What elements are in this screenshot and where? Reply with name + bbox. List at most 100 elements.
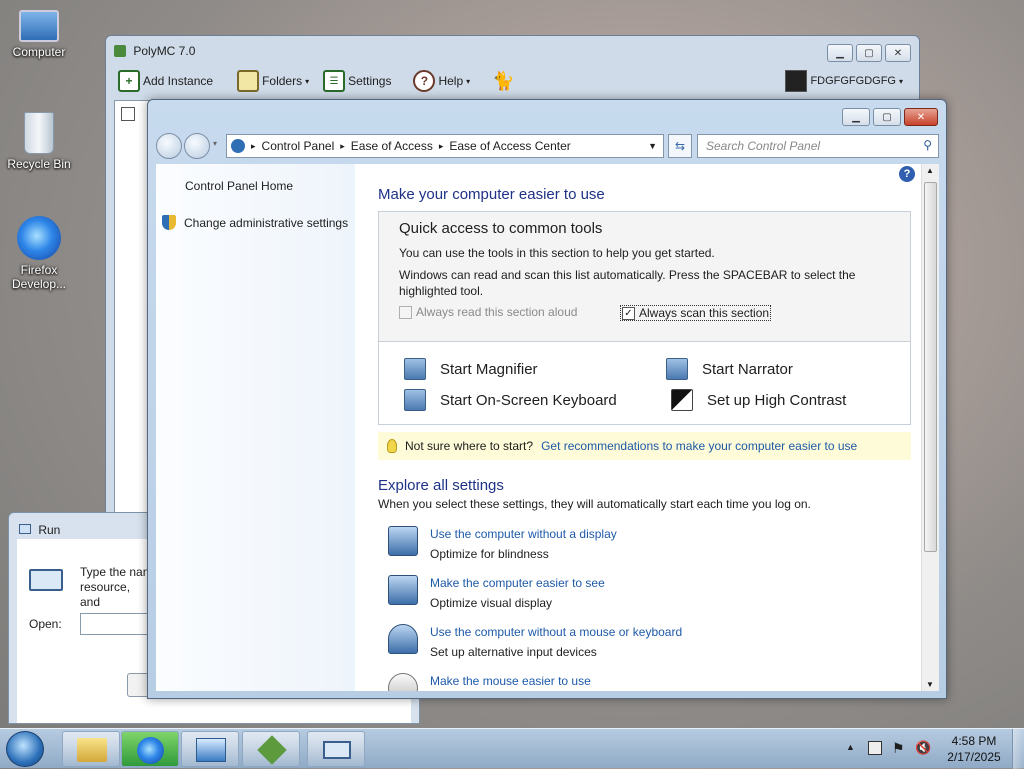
back-button[interactable] <box>156 133 182 159</box>
explore-subtitle: When you select these settings, they wil… <box>378 497 811 511</box>
setting-description: Optimize visual display <box>430 596 553 610</box>
setting-item: Use the computer without a mouse or keyb… <box>388 622 682 662</box>
desktop-icon-computer[interactable]: Computer <box>1 10 77 59</box>
setting-item: Use the computer without a display Optim… <box>388 524 617 564</box>
magnifier-icon <box>404 358 426 380</box>
action-center-flag-icon[interactable]: ⚑ <box>892 740 905 757</box>
ease-of-access-window: ▁ ▢ ✕ ▾ ▸ Control Panel ▸ Ease of Access… <box>147 99 947 699</box>
setting-item: Make the mouse easier to use <box>388 671 591 691</box>
taskbar-control-panel[interactable] <box>181 731 239 767</box>
view-toggle-icon[interactable] <box>121 107 135 121</box>
folders-button[interactable]: Folders ▾ <box>233 68 313 94</box>
taskbar-explorer[interactable] <box>62 731 120 767</box>
high-contrast-icon <box>671 389 693 411</box>
scroll-thumb[interactable] <box>924 182 937 552</box>
run-icon <box>323 741 351 759</box>
quick-access-title: Quick access to common tools <box>399 220 603 237</box>
quick-access-panel: Quick access to common tools You can use… <box>378 211 911 342</box>
explore-heading: Explore all settings <box>378 477 504 494</box>
help-icon[interactable]: ? <box>899 166 915 182</box>
taskbar-polymc[interactable] <box>242 731 300 767</box>
open-input[interactable] <box>80 613 150 635</box>
desktop-icon-firefox[interactable]: Firefox Develop... <box>1 216 77 291</box>
control-panel-home-link[interactable]: Control Panel Home <box>185 179 293 193</box>
page-title: Make your computer easier to use <box>378 186 605 203</box>
mouse-icon <box>388 673 418 691</box>
window-title: PolyMC 7.0 <box>114 44 195 58</box>
polymc-logo-icon <box>114 45 126 57</box>
scroll-up-icon[interactable]: ▲ <box>926 166 934 175</box>
setting-link[interactable]: Make the computer easier to see <box>430 573 605 593</box>
show-hidden-icons[interactable]: ▲ <box>846 742 855 752</box>
address-bar-row: ▾ ▸ Control Panel ▸ Ease of Access ▸ Eas… <box>156 131 939 159</box>
quick-tools-panel: Start Magnifier Start Narrator Start On-… <box>378 342 911 425</box>
minimize-button[interactable]: ▁ <box>827 44 853 62</box>
breadcrumb-item[interactable]: Control Panel <box>262 139 335 153</box>
volume-muted-icon[interactable]: 🔇 <box>915 740 931 756</box>
search-icon[interactable]: ⚲ <box>923 138 932 152</box>
breadcrumb-item[interactable]: Ease of Access Center <box>449 139 570 153</box>
run-description: Type the nan resource, and <box>80 565 150 609</box>
recommendation-tip: Not sure where to start? Get recommendat… <box>378 432 911 460</box>
firefox-icon <box>17 216 61 260</box>
scroll-down-icon[interactable]: ▼ <box>926 680 934 689</box>
forward-button[interactable] <box>184 133 210 159</box>
window-controls: ▁ ▢ ✕ <box>842 108 938 126</box>
run-program-icon <box>29 569 63 591</box>
start-narrator-button[interactable]: Start Narrator <box>666 358 793 380</box>
refresh-button[interactable]: ⇆ <box>668 134 692 158</box>
breadcrumb-item[interactable]: Ease of Access <box>351 139 433 153</box>
vertical-scrollbar[interactable]: ▲ ▼ <box>921 164 939 691</box>
narrator-icon <box>666 358 688 380</box>
setting-link[interactable]: Make the mouse easier to use <box>430 671 591 691</box>
computer-icon <box>19 10 59 42</box>
quick-access-text: You can use the tools in this section to… <box>399 246 715 260</box>
recent-pages-dropdown[interactable]: ▾ <box>213 139 217 148</box>
settings-button[interactable]: ☰ Settings <box>319 68 395 94</box>
maximize-button[interactable]: ▢ <box>856 44 882 62</box>
cat-icon: 🐈 <box>492 70 515 91</box>
scan-checkbox[interactable]: ✓ Always scan this section <box>620 305 772 321</box>
window-controls: ▁ ▢ ✕ <box>827 44 911 62</box>
close-button[interactable]: ✕ <box>904 108 938 126</box>
network-icon[interactable] <box>868 741 882 755</box>
add-instance-button[interactable]: + Add Instance <box>114 68 217 94</box>
setting-link[interactable]: Use the computer without a display <box>430 524 617 544</box>
setting-description: Optimize for blindness <box>430 547 549 561</box>
settings-icon: ☰ <box>323 70 346 92</box>
close-button[interactable]: ✕ <box>885 44 911 62</box>
lightbulb-icon <box>387 439 397 453</box>
read-aloud-checkbox[interactable]: Always read this section aloud <box>399 305 577 319</box>
taskbar-firefox[interactable] <box>121 731 179 767</box>
start-on-screen-keyboard-button[interactable]: Start On-Screen Keyboard <box>404 389 617 411</box>
help-icon: ? <box>413 70 436 92</box>
change-admin-settings-link[interactable]: Change administrative settings <box>162 215 348 230</box>
maximize-button[interactable]: ▢ <box>873 108 901 126</box>
clock[interactable]: 4:58 PM 2/17/2025 <box>944 733 1004 765</box>
high-contrast-button[interactable]: Set up High Contrast <box>671 389 846 411</box>
checkbox-unchecked-icon <box>399 305 412 319</box>
desktop-icon-recycle-bin[interactable]: Recycle Bin <box>1 112 77 171</box>
main-pane: ? Make your computer easier to use Quick… <box>355 164 921 691</box>
minimize-button[interactable]: ▁ <box>842 108 870 126</box>
account-button[interactable]: FDGFGFGDGFG ▾ <box>781 68 907 94</box>
start-magnifier-button[interactable]: Start Magnifier <box>404 358 538 380</box>
cat-button[interactable]: 🐈 <box>488 68 518 94</box>
folder-icon <box>237 70 260 92</box>
help-button[interactable]: ? Help ▾ <box>409 68 474 94</box>
breadcrumb[interactable]: ▸ Control Panel ▸ Ease of Access ▸ Ease … <box>226 134 664 158</box>
open-label: Open: <box>29 617 62 631</box>
checkbox-checked-icon: ✓ <box>622 306 635 320</box>
taskbar-run[interactable] <box>307 731 365 767</box>
search-input[interactable]: Search Control Panel ⚲ <box>697 134 939 158</box>
desktop-icon-label: Firefox Develop... <box>11 263 67 291</box>
show-desktop-button[interactable] <box>1012 729 1024 769</box>
setting-link[interactable]: Use the computer without a mouse or keyb… <box>430 622 682 642</box>
address-dropdown-icon[interactable]: ▼ <box>648 141 657 151</box>
run-icon <box>19 524 31 534</box>
start-button[interactable] <box>6 731 44 767</box>
left-pane: Control Panel Home Change administrative… <box>156 164 355 691</box>
polymc-toolbar: + Add Instance Folders ▾ ☰ Settings ? Hel… <box>114 66 519 96</box>
recycle-bin-icon <box>24 112 54 154</box>
recommendations-link[interactable]: Get recommendations to make your compute… <box>541 439 857 453</box>
